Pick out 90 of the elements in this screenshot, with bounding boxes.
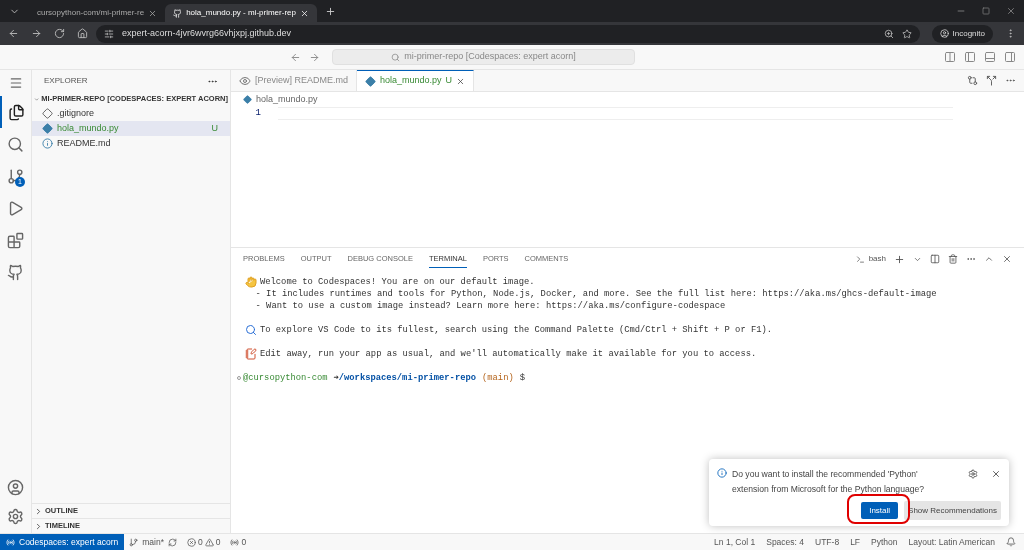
terminal-line: Welcome to Codespaces! You are on our default image. xyxy=(260,276,535,288)
close-icon[interactable] xyxy=(991,469,1001,479)
bell-icon[interactable] xyxy=(1006,537,1016,547)
site-settings-icon[interactable] xyxy=(104,28,114,39)
forward-icon[interactable] xyxy=(31,28,42,39)
bookmark-icon[interactable] xyxy=(901,28,912,39)
sync-icon[interactable] xyxy=(167,537,177,547)
error-icon xyxy=(186,537,196,547)
toggle-secondary-sidebar-icon[interactable] xyxy=(1004,51,1016,63)
warning-icon xyxy=(204,537,214,547)
branch-icon xyxy=(129,537,139,547)
prompt-arrow: ➜ xyxy=(333,372,339,384)
reload-icon[interactable] xyxy=(54,28,65,39)
sidebar-title: EXPLORER xyxy=(44,75,89,87)
github-icon xyxy=(7,263,24,281)
layout-icon[interactable] xyxy=(944,51,956,63)
prompt-user: @cursopython-com xyxy=(243,372,328,384)
new-tab-icon[interactable] xyxy=(324,5,336,17)
diamond-icon xyxy=(42,108,53,119)
ports-indicator[interactable]: 0 xyxy=(230,535,247,549)
python-file-icon xyxy=(243,95,252,104)
forward-icon[interactable] xyxy=(309,51,320,63)
new-terminal-icon[interactable] xyxy=(894,253,905,265)
settings-icon[interactable] xyxy=(968,469,978,479)
prompt-symbol: $ xyxy=(519,372,525,384)
close-icon[interactable] xyxy=(148,8,158,18)
url-text: expert-acorn-4jvr6wvrg66vhjxpj.github.dev xyxy=(122,26,293,40)
toggle-sidebar-icon[interactable] xyxy=(964,51,976,63)
address-bar[interactable]: expert-acorn-4jvr6wvrg66vhjxpj.github.dev xyxy=(96,24,920,43)
settings-icon[interactable] xyxy=(7,508,24,525)
search-icon xyxy=(391,52,401,62)
remote-icon xyxy=(6,537,15,547)
zoom-icon[interactable] xyxy=(883,28,894,39)
search-icon xyxy=(245,324,257,336)
trash-icon[interactable] xyxy=(948,254,958,264)
branch-indicator[interactable]: main* xyxy=(129,535,164,549)
install-button[interactable]: Install xyxy=(861,502,899,519)
notification-message: Do you want to install the recommended 'Python' extension from Microsoft for the Python language? xyxy=(732,468,926,496)
incognito-badge[interactable]: Incognito xyxy=(931,24,993,43)
close-icon[interactable] xyxy=(1006,6,1016,16)
search-icon xyxy=(7,135,24,153)
breadcrumb[interactable]: hola_mundo.py xyxy=(231,92,318,107)
remote-indicator[interactable]: Codespaces: expert acorn xyxy=(0,534,125,550)
status-item[interactable]: UTF-8 xyxy=(815,535,840,549)
back-icon[interactable] xyxy=(290,51,301,63)
editor-tab[interactable]: hola_mundo.py U xyxy=(357,70,475,91)
terminal-line: Edit away, run your app as usual, and we'll automatically make it available for you to access. xyxy=(260,348,757,360)
back-icon[interactable] xyxy=(8,28,19,39)
home-icon[interactable] xyxy=(77,28,88,39)
split-icon[interactable] xyxy=(930,254,940,264)
close-icon[interactable] xyxy=(299,8,309,18)
info-icon xyxy=(42,138,53,149)
python-file-icon xyxy=(365,75,377,87)
browser-tab[interactable]: cursopython-com/mi-primer-re xyxy=(29,4,166,22)
problems-indicator[interactable]: 0 0 xyxy=(186,535,221,549)
run-debug-icon xyxy=(7,199,24,217)
terminal-line: - Want to use a custom image instead? Learn more here: https://aka.ms/configure-codespace xyxy=(254,300,726,312)
line-number: 1 xyxy=(254,106,261,120)
maximize-icon[interactable] xyxy=(984,254,994,264)
close-icon[interactable] xyxy=(1002,254,1012,264)
python-file-icon xyxy=(42,123,53,134)
incognito-icon xyxy=(939,29,949,38)
menu-icon[interactable] xyxy=(8,76,23,90)
files-icon xyxy=(8,103,25,121)
prompt-branch: (main) xyxy=(482,372,514,384)
memo-icon xyxy=(245,348,257,360)
terminal-line: To explore VS Code to its fullest, search using the Command Palette (Cmd/Ctrl + Shift + P or F1). xyxy=(260,324,773,336)
close-icon[interactable] xyxy=(456,76,466,86)
file-item[interactable]: hola_mundo.py U xyxy=(32,121,230,136)
account-icon[interactable] xyxy=(7,479,24,496)
info-icon xyxy=(717,468,727,478)
compare-icon[interactable] xyxy=(967,75,978,86)
status-item[interactable]: LF xyxy=(850,535,861,549)
status-item[interactable]: Layout: Latin American xyxy=(908,535,995,549)
status-item[interactable]: Ln 1, Col 1 xyxy=(714,535,756,549)
file-item[interactable]: .gitignore xyxy=(32,106,230,121)
toggle-panel-icon[interactable] xyxy=(984,51,996,63)
hand-icon xyxy=(245,276,257,288)
terminal-selector[interactable]: bash xyxy=(855,253,886,265)
file-item[interactable]: README.md xyxy=(32,136,230,151)
github-icon xyxy=(173,8,183,18)
browser-tab[interactable]: hola_mundo.py - mi-primer-rep xyxy=(165,4,317,22)
prompt-path: /workspaces/mi-primer-repo xyxy=(338,372,477,384)
preview-icon xyxy=(239,74,251,87)
terminal-line: - It includes runtimes and tools for Python, Node.js, Docker, and more. See the full list here: https://aka.ms/ghcs-default-image xyxy=(254,288,937,300)
terminal-icon xyxy=(855,254,865,264)
extensions-icon xyxy=(7,231,24,249)
status-item[interactable]: Spaces: 4 xyxy=(766,535,805,549)
ports-icon xyxy=(230,537,240,547)
status-item[interactable]: Python xyxy=(871,535,898,549)
